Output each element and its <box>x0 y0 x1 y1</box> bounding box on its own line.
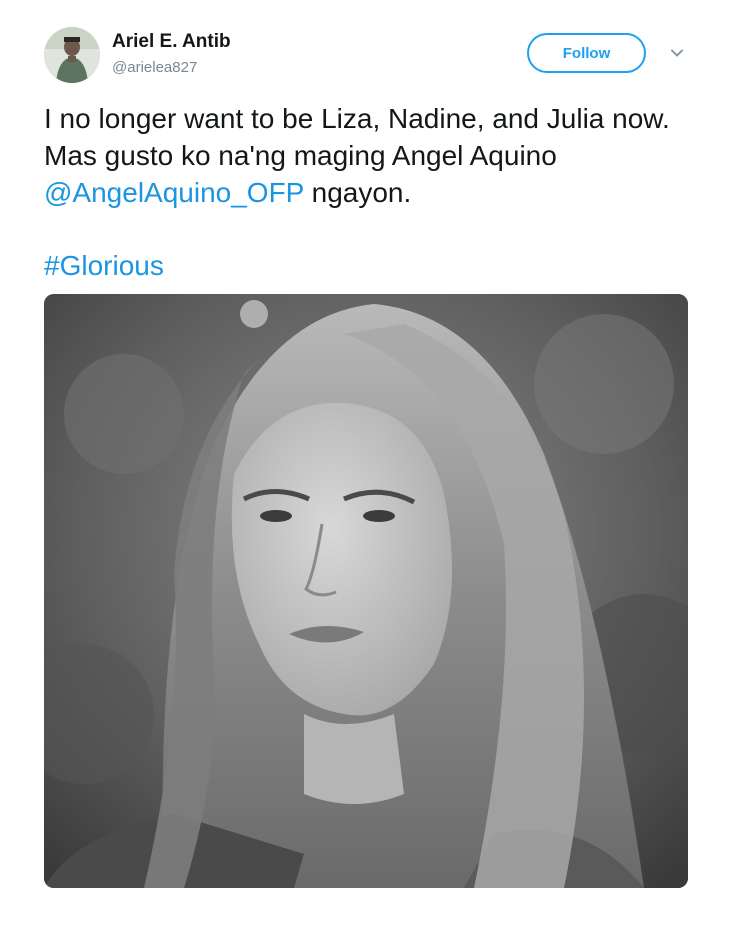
mention-link[interactable]: @AngelAquino_OFP <box>44 177 304 208</box>
avatar-image <box>44 27 100 83</box>
hashtag-link[interactable]: #Glorious <box>44 250 164 281</box>
portrait-image <box>44 294 688 888</box>
author-handle[interactable]: @arielea827 <box>112 59 197 76</box>
tweet-text-body: I no longer want to be Liza, Nadine, and… <box>44 103 670 171</box>
tweet-text: I no longer want to be Liza, Nadine, and… <box>44 100 704 211</box>
author-display-name[interactable]: Ariel E. Antib <box>112 31 231 53</box>
tweet-text-tail: ngayon. <box>303 177 412 208</box>
tweet-card: Ariel E. Antib @arielea827 Follow I no l… <box>0 0 750 945</box>
avatar[interactable] <box>44 27 100 83</box>
tweet-photo[interactable] <box>44 294 688 888</box>
follow-button[interactable]: Follow <box>527 33 646 73</box>
chevron-down-icon[interactable] <box>668 44 686 62</box>
hashtag-line: #Glorious <box>44 247 164 284</box>
